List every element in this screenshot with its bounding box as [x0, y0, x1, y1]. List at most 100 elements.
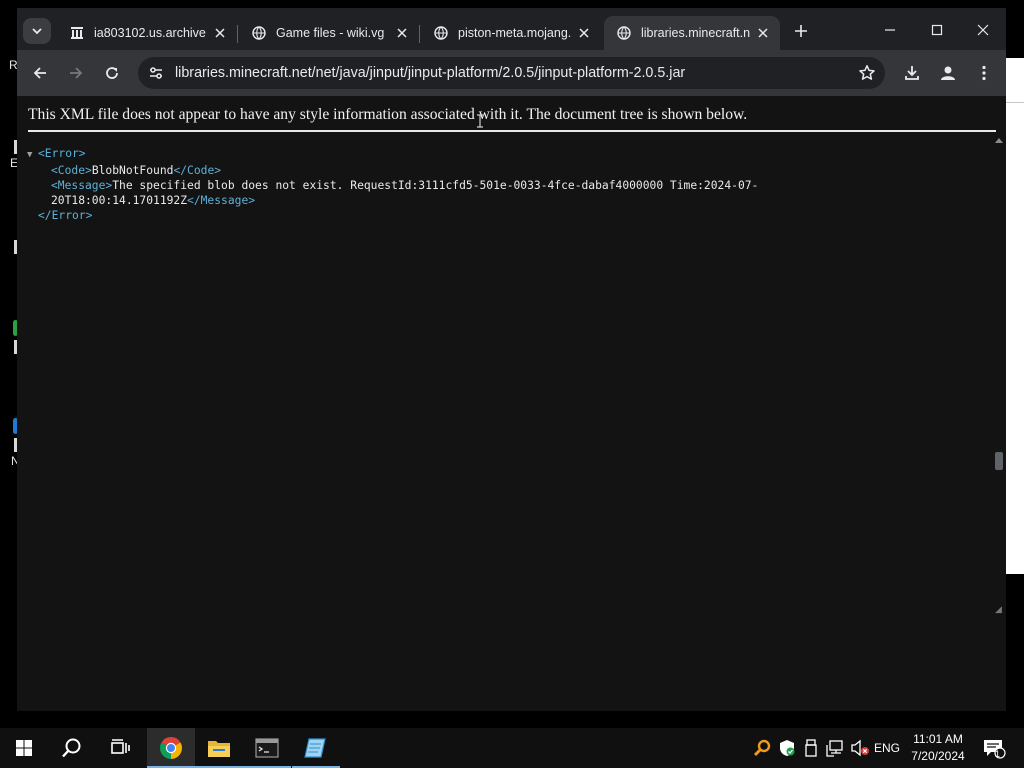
- text-cursor-icon: [477, 114, 483, 128]
- taskbar-search-button[interactable]: [48, 728, 96, 768]
- menu-button[interactable]: [969, 58, 999, 88]
- xml-tag: <Error>: [38, 147, 86, 160]
- more-vertical-icon: [982, 65, 986, 81]
- reload-button[interactable]: [97, 58, 127, 88]
- tab-archive[interactable]: ia803102.us.archive.org: [57, 16, 238, 50]
- xml-element-error-close: </Error>: [27, 208, 927, 223]
- usb-drive-icon: [805, 739, 817, 757]
- maximize-icon: [931, 24, 943, 36]
- task-view-button[interactable]: [96, 728, 144, 768]
- xml-text-value: 20T18:00:14.1701192Z: [51, 194, 188, 207]
- notification-count: 1: [995, 749, 1001, 759]
- taskbar-file-explorer[interactable]: [195, 728, 243, 768]
- xml-text-value: BlobNotFound: [91, 164, 174, 177]
- close-tab-icon[interactable]: [207, 20, 233, 46]
- xml-element-error-open[interactable]: ▼ <Error>: [27, 146, 927, 163]
- star-icon: [859, 65, 875, 80]
- new-tab-button[interactable]: [787, 18, 815, 44]
- globe-icon: [433, 25, 449, 41]
- magnifier-orange-icon: [753, 739, 771, 757]
- forward-button[interactable]: [61, 58, 91, 88]
- clock-time: 11:01 AM: [913, 732, 963, 746]
- start-button[interactable]: [0, 728, 48, 768]
- action-center-button[interactable]: 1: [980, 728, 1008, 768]
- vertical-scrollbar[interactable]: ◢: [992, 132, 1006, 711]
- tune-icon: [150, 67, 162, 79]
- taskbar: ENG 11:01 AM 7/20/2024 1: [0, 728, 1024, 768]
- site-info-button[interactable]: [144, 61, 168, 85]
- xml-element-code: <Code>BlobNotFound</Code>: [27, 163, 927, 178]
- browser-window: ia803102.us.archive.org Game files - wik…: [17, 8, 1006, 711]
- clock-date: 7/20/2024: [911, 749, 965, 763]
- close-tab-icon[interactable]: [389, 20, 415, 46]
- notification-icon: [984, 740, 1006, 759]
- tab-libraries-minecraft[interactable]: libraries.minecraft.net: [604, 16, 780, 50]
- chevron-down-icon: [32, 28, 42, 35]
- browser-toolbar: libraries.minecraft.net/net/java/jinput/…: [17, 50, 1006, 96]
- tray-language[interactable]: ENG: [872, 728, 902, 768]
- back-button[interactable]: [25, 58, 55, 88]
- xml-tag: <Message>: [51, 179, 113, 192]
- tab-separator: [419, 25, 420, 43]
- xml-tag: </Code>: [173, 164, 222, 177]
- network-wired-icon: [826, 740, 843, 757]
- taskbar-notepad[interactable]: [292, 728, 340, 768]
- start-icon: [16, 740, 32, 756]
- profile-icon: [941, 66, 955, 80]
- xml-document-tree: ▼ <Error> <Code>BlobNotFound</Code> <Mess…: [27, 146, 927, 223]
- tab-piston-meta[interactable]: piston-meta.mojang.com: [421, 16, 601, 50]
- close-tab-icon[interactable]: [571, 20, 597, 46]
- tab-title: piston-meta.mojang.com: [458, 26, 571, 40]
- download-icon: [905, 66, 919, 80]
- speaker-muted-icon: [851, 739, 869, 757]
- back-arrow-icon: [33, 67, 46, 79]
- xml-element-message: <Message>The specified blob does not exi…: [27, 178, 927, 193]
- close-icon: [977, 24, 989, 36]
- scroll-up-arrow-icon[interactable]: [995, 138, 1003, 143]
- tray-volume[interactable]: [848, 728, 872, 768]
- profile-button[interactable]: [933, 58, 963, 88]
- address-bar[interactable]: libraries.minecraft.net/net/java/jinput/…: [138, 57, 885, 89]
- globe-icon: [616, 25, 632, 41]
- xml-tag: </Message>: [187, 194, 256, 207]
- xml-tag: </Error>: [38, 209, 93, 222]
- tray-usb[interactable]: [800, 728, 822, 768]
- screen: R E N ia803102.us.archive.org: [0, 0, 1024, 768]
- minimize-button[interactable]: [868, 14, 912, 46]
- close-tab-icon[interactable]: [750, 20, 776, 46]
- globe-icon: [251, 25, 267, 41]
- xml-style-notice: This XML file does not appear to have an…: [28, 106, 996, 132]
- close-window-button[interactable]: [961, 14, 1005, 46]
- xml-text-value: The specified blob does not exist. Reque…: [112, 179, 759, 192]
- tab-separator: [237, 25, 238, 43]
- file-explorer-icon: [208, 741, 230, 757]
- tray-search-app[interactable]: [750, 728, 774, 768]
- notepad-icon: [304, 738, 326, 758]
- page-content: This XML file does not appear to have an…: [17, 96, 1006, 711]
- search-icon: [62, 738, 81, 758]
- bookmark-button[interactable]: [855, 61, 879, 85]
- forward-arrow-icon: [70, 67, 83, 79]
- minimize-icon: [885, 29, 895, 31]
- reload-icon: [106, 67, 118, 79]
- downloads-button[interactable]: [897, 58, 927, 88]
- taskbar-chrome[interactable]: [147, 728, 195, 768]
- xml-tag: <Code>: [51, 164, 92, 177]
- tab-title: ia803102.us.archive.org: [94, 26, 207, 40]
- taskbar-terminal[interactable]: [243, 728, 291, 768]
- collapse-triangle-icon[interactable]: ▼: [27, 148, 38, 163]
- maximize-button[interactable]: [915, 14, 959, 46]
- url-text[interactable]: libraries.minecraft.net/net/java/jinput/…: [175, 65, 685, 81]
- tab-search-button[interactable]: [23, 18, 51, 44]
- shield-check-icon: [780, 740, 795, 756]
- tab-wiki-vg[interactable]: Game files - wiki.vg: [239, 16, 420, 50]
- terminal-icon: [255, 738, 279, 758]
- tab-title: libraries.minecraft.net: [641, 26, 750, 40]
- scrollbar-thumb[interactable]: [995, 452, 1003, 470]
- tray-security[interactable]: [776, 728, 798, 768]
- resize-grip-icon[interactable]: ◢: [995, 604, 1002, 615]
- plus-icon: [795, 25, 807, 37]
- chrome-icon: [160, 737, 182, 759]
- tray-network[interactable]: [823, 728, 847, 768]
- taskbar-clock[interactable]: 11:01 AM 7/20/2024: [900, 731, 976, 765]
